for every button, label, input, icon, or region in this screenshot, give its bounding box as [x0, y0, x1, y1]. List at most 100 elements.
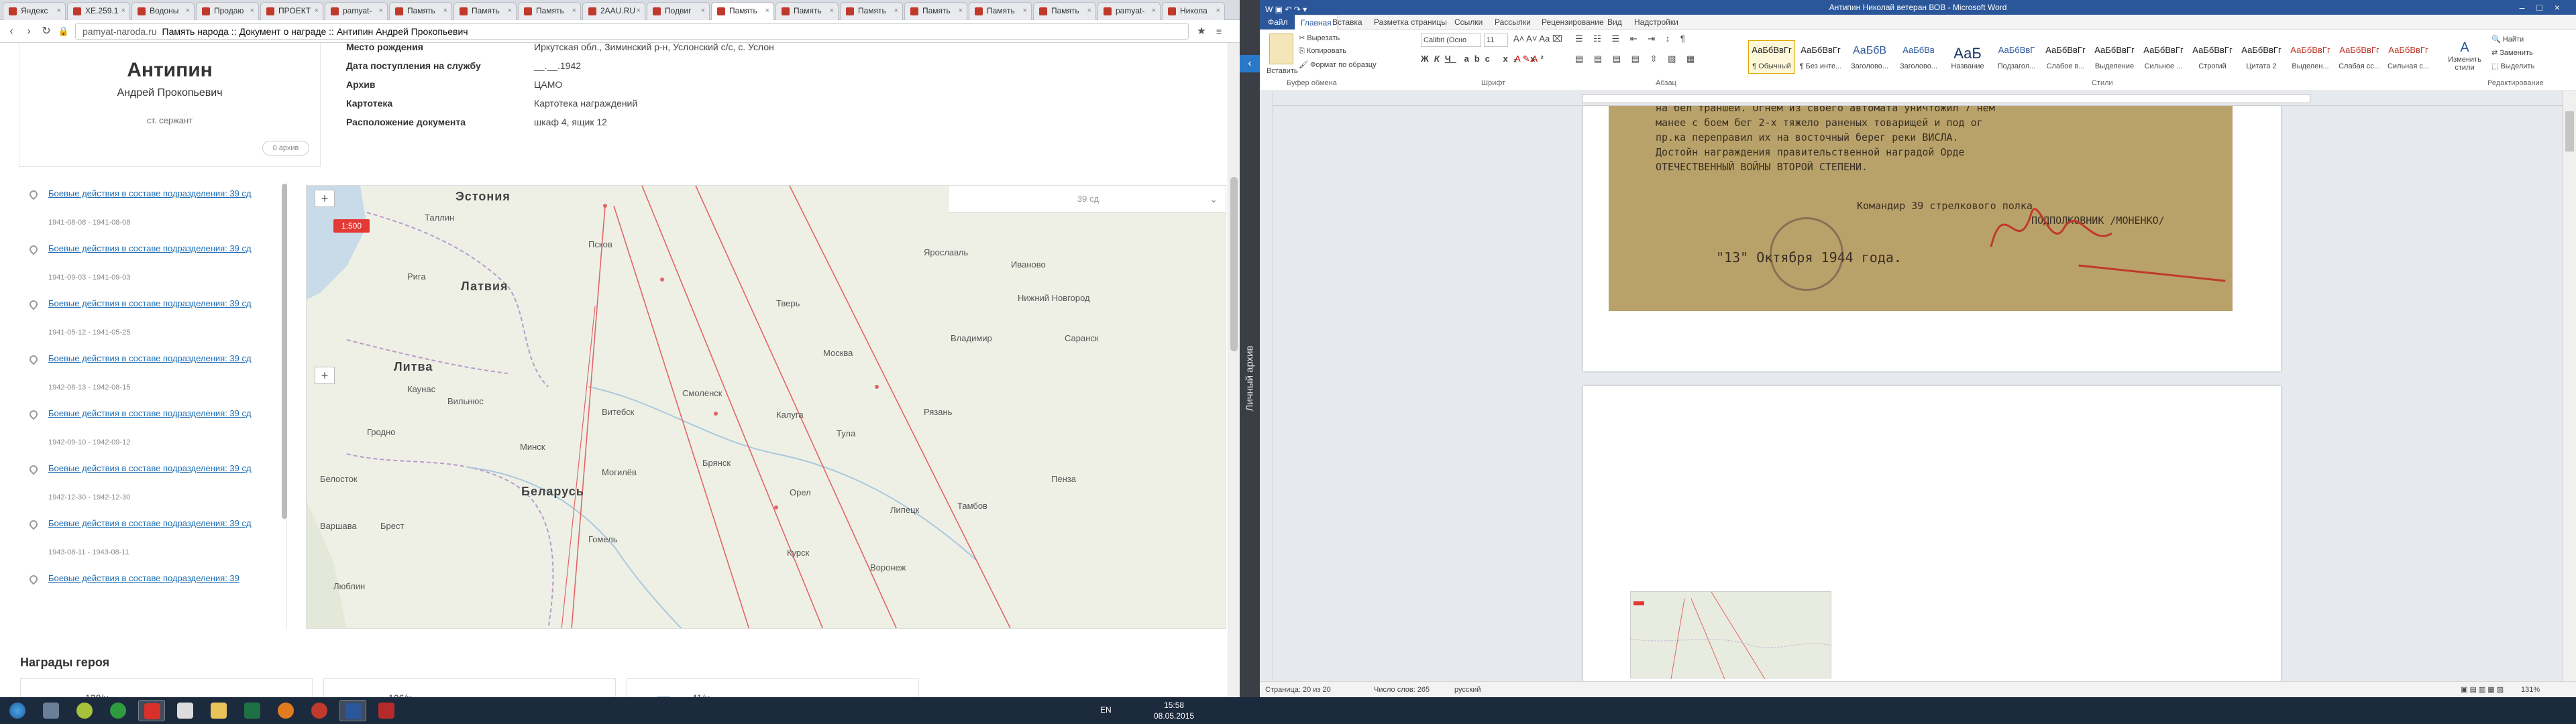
align-buttons[interactable]: ▤ ▤ ▤ ▤ ⇳ ▨ ▦: [1575, 54, 1699, 64]
taskbar-app[interactable]: [138, 700, 165, 721]
bookmark-star-icon[interactable]: ★: [1194, 24, 1209, 39]
close-icon[interactable]: ×: [830, 3, 834, 19]
document-page-1[interactable]: на бел траншей. Огнем из своего автомата…: [1583, 106, 2281, 371]
page-count[interactable]: Страница: 20 из 20: [1265, 682, 1331, 697]
ribbon-tab[interactable]: Файл: [1260, 15, 1296, 29]
browser-tab[interactable]: Яндекс ×: [3, 2, 66, 20]
document-area[interactable]: на бел траншей. Огнем из своего автомата…: [1273, 106, 2563, 681]
find-button[interactable]: 🔍 Найти: [2491, 35, 2524, 44]
font-color-icons[interactable]: A ✎ A: [1515, 54, 1538, 64]
document-page-2[interactable]: [1583, 386, 2281, 681]
event-link[interactable]: Боевые действия в составе подразделения:…: [48, 353, 263, 365]
font-name-select[interactable]: Calibri (Осно: [1421, 34, 1481, 47]
event-link[interactable]: Боевые действия в составе подразделения:…: [48, 408, 263, 420]
taskbar-app[interactable]: [172, 700, 199, 721]
style-option[interactable]: АаБбВвГг Слабое в...: [2042, 40, 2089, 74]
close-icon[interactable]: ×: [508, 3, 512, 19]
event-link[interactable]: Боевые действия в составе подразделения:…: [48, 463, 263, 475]
style-option[interactable]: АаБбВвГг Цитата 2: [2238, 40, 2285, 74]
ribbon-tab[interactable]: Надстройки: [1634, 15, 1678, 29]
window-controls[interactable]: –□×: [2520, 0, 2572, 15]
taskbar-app[interactable]: [205, 700, 232, 721]
browser-tab[interactable]: Подвиг ×: [647, 2, 710, 20]
close-icon[interactable]: ×: [572, 3, 576, 19]
taskbar-app[interactable]: [272, 700, 299, 721]
cut-button[interactable]: ✂ Вырезать: [1299, 34, 1340, 42]
browser-tab[interactable]: Память ×: [1033, 2, 1096, 20]
grow-shrink-font-icons[interactable]: A˄ A˅ Aa ⌧: [1513, 34, 1562, 44]
list-buttons[interactable]: ☰ ☷ ☰ ⇤ ⇥ ↕ ¶: [1575, 34, 1689, 44]
copy-button[interactable]: ⎘ Копировать: [1299, 47, 1346, 56]
zoom-level[interactable]: 131%: [2521, 682, 2540, 697]
word-count[interactable]: Число слов: 265: [1374, 682, 1430, 697]
map-pin-icon[interactable]: [28, 573, 40, 585]
ribbon-tab[interactable]: Рецензирование: [1542, 15, 1604, 29]
word-scrollbar[interactable]: [2563, 91, 2576, 681]
style-option[interactable]: АаБбВвГг ¶ Без инте...: [1797, 40, 1844, 74]
browser-tab[interactable]: Память ×: [840, 2, 903, 20]
browser-tab[interactable]: Память ×: [775, 2, 839, 20]
browser-tab[interactable]: ПРОЕКТ ×: [260, 2, 323, 20]
page-scrollbar[interactable]: [1228, 43, 1240, 697]
ribbon-tab[interactable]: Главная: [1295, 15, 1338, 29]
system-clock[interactable]: 15:58 08.05.2015: [1154, 700, 1194, 721]
font-size-select[interactable]: 11: [1484, 34, 1508, 47]
paste-button[interactable]: Вставить: [1267, 67, 1298, 75]
battle-map[interactable]: + + 1:500 39 сд ⌄ Эстония Латвия Литва Б…: [306, 185, 1226, 629]
close-icon[interactable]: ×: [701, 3, 705, 19]
close-icon[interactable]: ×: [1152, 3, 1156, 19]
event-link[interactable]: Боевые действия в составе подразделения:…: [48, 518, 263, 530]
close-icon[interactable]: ×: [121, 3, 125, 19]
close-icon[interactable]: ×: [57, 3, 61, 19]
close-icon[interactable]: ×: [1023, 3, 1027, 19]
close-icon[interactable]: ×: [315, 3, 319, 19]
close-icon[interactable]: ×: [765, 3, 769, 19]
map-pin-icon[interactable]: [28, 243, 40, 255]
taskbar-app[interactable]: [306, 700, 333, 721]
back-icon[interactable]: ‹: [4, 24, 19, 39]
taskbar-app[interactable]: [38, 700, 64, 721]
replace-button[interactable]: ⇄ Заменить: [2491, 48, 2533, 57]
pasted-map-image[interactable]: [1630, 591, 1833, 680]
style-option[interactable]: АаБбВвГг Сильное ...: [2140, 40, 2187, 74]
style-option[interactable]: АаБбВвГг Сильная с...: [2385, 40, 2432, 74]
style-option[interactable]: АаБбВвГг Выделение: [2091, 40, 2138, 74]
ribbon-tab[interactable]: Ссылки: [1454, 15, 1483, 29]
start-button[interactable]: [4, 700, 31, 721]
event-link[interactable]: Боевые действия в составе подразделения:…: [48, 298, 263, 310]
browser-tab[interactable]: Водоны ×: [131, 2, 195, 20]
taskbar-app[interactable]: [373, 700, 400, 721]
language-status[interactable]: русский: [1454, 682, 1481, 697]
view-mode-icons[interactable]: ▣ ▤ ▥ ▦ ▧: [2461, 682, 2504, 697]
style-option[interactable]: АаБбВв Заголово...: [1895, 40, 1942, 74]
select-button[interactable]: ⬚ Выделить: [2491, 62, 2534, 70]
browser-tab[interactable]: Память ×: [711, 2, 774, 21]
close-icon[interactable]: ×: [959, 3, 963, 19]
browser-tab[interactable]: pamyat- ×: [1097, 2, 1161, 20]
style-option[interactable]: АаБбВвГг ¶ Обычный: [1748, 40, 1795, 74]
ribbon-tab[interactable]: Разметка страницы: [1374, 15, 1447, 29]
close-icon[interactable]: ×: [894, 3, 898, 19]
scrollbar-thumb[interactable]: [1230, 177, 1238, 351]
map-pin-icon[interactable]: [28, 463, 40, 475]
zoom-out-button[interactable]: +: [315, 367, 335, 384]
menu-icon[interactable]: ≡: [1212, 24, 1226, 39]
style-option[interactable]: АаБ Название: [1944, 40, 1991, 74]
ribbon-tab[interactable]: Вид: [1607, 15, 1622, 29]
personal-archive-label[interactable]: Личный архив: [1244, 345, 1256, 411]
browser-tab[interactable]: pamyat- ×: [325, 2, 388, 20]
close-icon[interactable]: ×: [186, 3, 190, 19]
browser-tab[interactable]: Никола ×: [1162, 2, 1225, 20]
event-link[interactable]: Боевые действия в составе подразделения:…: [48, 188, 263, 200]
close-icon[interactable]: ×: [1216, 3, 1220, 19]
archive-pill-button[interactable]: 0 архив: [262, 141, 309, 156]
horizontal-ruler[interactable]: [1260, 91, 2576, 106]
map-pin-icon[interactable]: [28, 518, 40, 530]
style-option[interactable]: АаБбВвГг Слабая сс...: [2336, 40, 2383, 74]
forward-icon[interactable]: ›: [21, 24, 36, 39]
browser-tab[interactable]: Память ×: [453, 2, 517, 20]
close-icon[interactable]: ×: [1087, 3, 1091, 19]
reload-icon[interactable]: ↻: [39, 24, 54, 39]
browser-tab[interactable]: Память ×: [518, 2, 581, 20]
events-scrollbar[interactable]: [282, 184, 287, 519]
